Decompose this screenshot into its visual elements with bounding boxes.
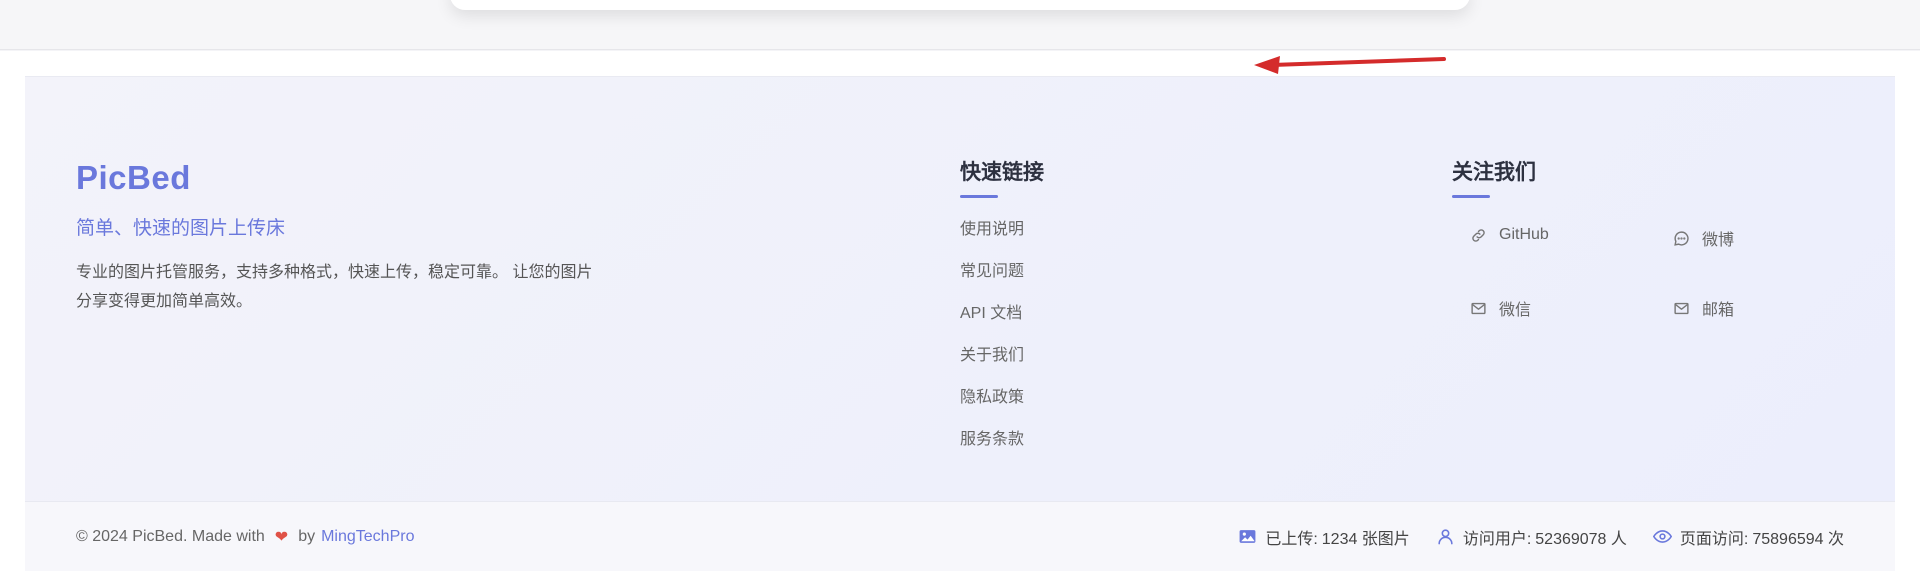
user-icon: [1438, 529, 1453, 545]
copyright-by: by: [298, 527, 316, 545]
link-terms-of-service[interactable]: 服务条款: [960, 422, 1044, 464]
brand-description: 专业的图片托管服务，支持多种格式，快速上传，稳定可靠。 让您的图片分享变得更加简…: [76, 264, 593, 310]
stat-uploaded-value: 1234 张图片: [1321, 530, 1410, 548]
stat-pageviews-label: 页面访问:: [1679, 530, 1749, 548]
copyright-text: © 2024 PicBed. Made with: [76, 527, 265, 545]
copyright: © 2024 PicBed. Made with ❤ by MingTechPr…: [76, 527, 414, 547]
footer-bottom-bar: © 2024 PicBed. Made with ❤ by MingTechPr…: [25, 501, 1895, 571]
social-email-link[interactable]: 邮箱: [1673, 296, 1734, 320]
stat-uploaded: 已上传: 1234 张图片: [1238, 525, 1410, 549]
content-card-edge: [450, 0, 1470, 10]
site-footer: PicBed 简单、快速的图片上传床 专业的图片托管服务，支持多种格式，快速上传…: [25, 76, 1895, 571]
social-github-link[interactable]: GitHub: [1470, 226, 1549, 244]
link-privacy-policy[interactable]: 隐私政策: [960, 380, 1044, 422]
chat-bubble-icon: [1674, 230, 1689, 246]
title-underline: [1452, 195, 1490, 198]
stat-pageviews-value: 75896594 次: [1752, 530, 1844, 548]
image-icon: [1239, 530, 1256, 543]
follow-us-section: 关注我们 GitHub 微博 微信 邮箱: [1452, 156, 1734, 319]
mail-icon: [1674, 302, 1689, 314]
author-link[interactable]: MingTechPro: [321, 528, 414, 546]
title-underline: [960, 195, 998, 198]
brand-section: PicBed 简单、快速的图片上传床 专业的图片托管服务，支持多种格式，快速上传…: [76, 159, 596, 316]
brand-tagline: 简单、快速的图片上传床: [76, 218, 286, 239]
stat-uploaded-label: 已上传:: [1265, 530, 1318, 548]
eye-icon: [1652, 530, 1672, 543]
quick-links-section: 快速链接 使用说明 常见问题 API 文档 关于我们 隐私政策 服务条款: [960, 156, 1044, 464]
social-weibo-link[interactable]: 微博: [1673, 226, 1734, 250]
heart-icon: ❤: [274, 528, 289, 546]
stat-visitors-label: 访问用户:: [1462, 530, 1532, 548]
link-about-us[interactable]: 关于我们: [960, 338, 1044, 380]
link-icon: [1472, 228, 1485, 242]
social-email-label: 邮箱: [1702, 302, 1735, 319]
social-links: GitHub 微博 微信 邮箱: [1470, 226, 1890, 346]
link-api-docs[interactable]: API 文档: [960, 296, 1044, 338]
stat-pageviews: 页面访问: 75896594 次: [1652, 525, 1844, 549]
mail-icon: [1471, 302, 1486, 314]
social-wechat-label: 微信: [1499, 302, 1532, 319]
follow-us-title: 关注我们: [1452, 161, 1536, 184]
social-github-label: GitHub: [1499, 226, 1549, 243]
brand-title[interactable]: PicBed: [76, 159, 596, 197]
social-weibo-label: 微博: [1702, 232, 1735, 249]
stat-visitors: 访问用户: 52369078 人: [1436, 525, 1627, 549]
stat-visitors-value: 52369078 人: [1535, 530, 1627, 548]
social-wechat-link[interactable]: 微信: [1470, 296, 1531, 320]
link-faq[interactable]: 常见问题: [960, 254, 1044, 296]
site-stats: 已上传: 1234 张图片 访问用户: 52369078 人 页面访问: 758…: [1212, 525, 1844, 549]
link-usage-guide[interactable]: 使用说明: [960, 212, 1044, 254]
quick-links-list: 使用说明 常见问题 API 文档 关于我们 隐私政策 服务条款: [960, 212, 1044, 464]
quick-links-title: 快速链接: [960, 161, 1044, 184]
